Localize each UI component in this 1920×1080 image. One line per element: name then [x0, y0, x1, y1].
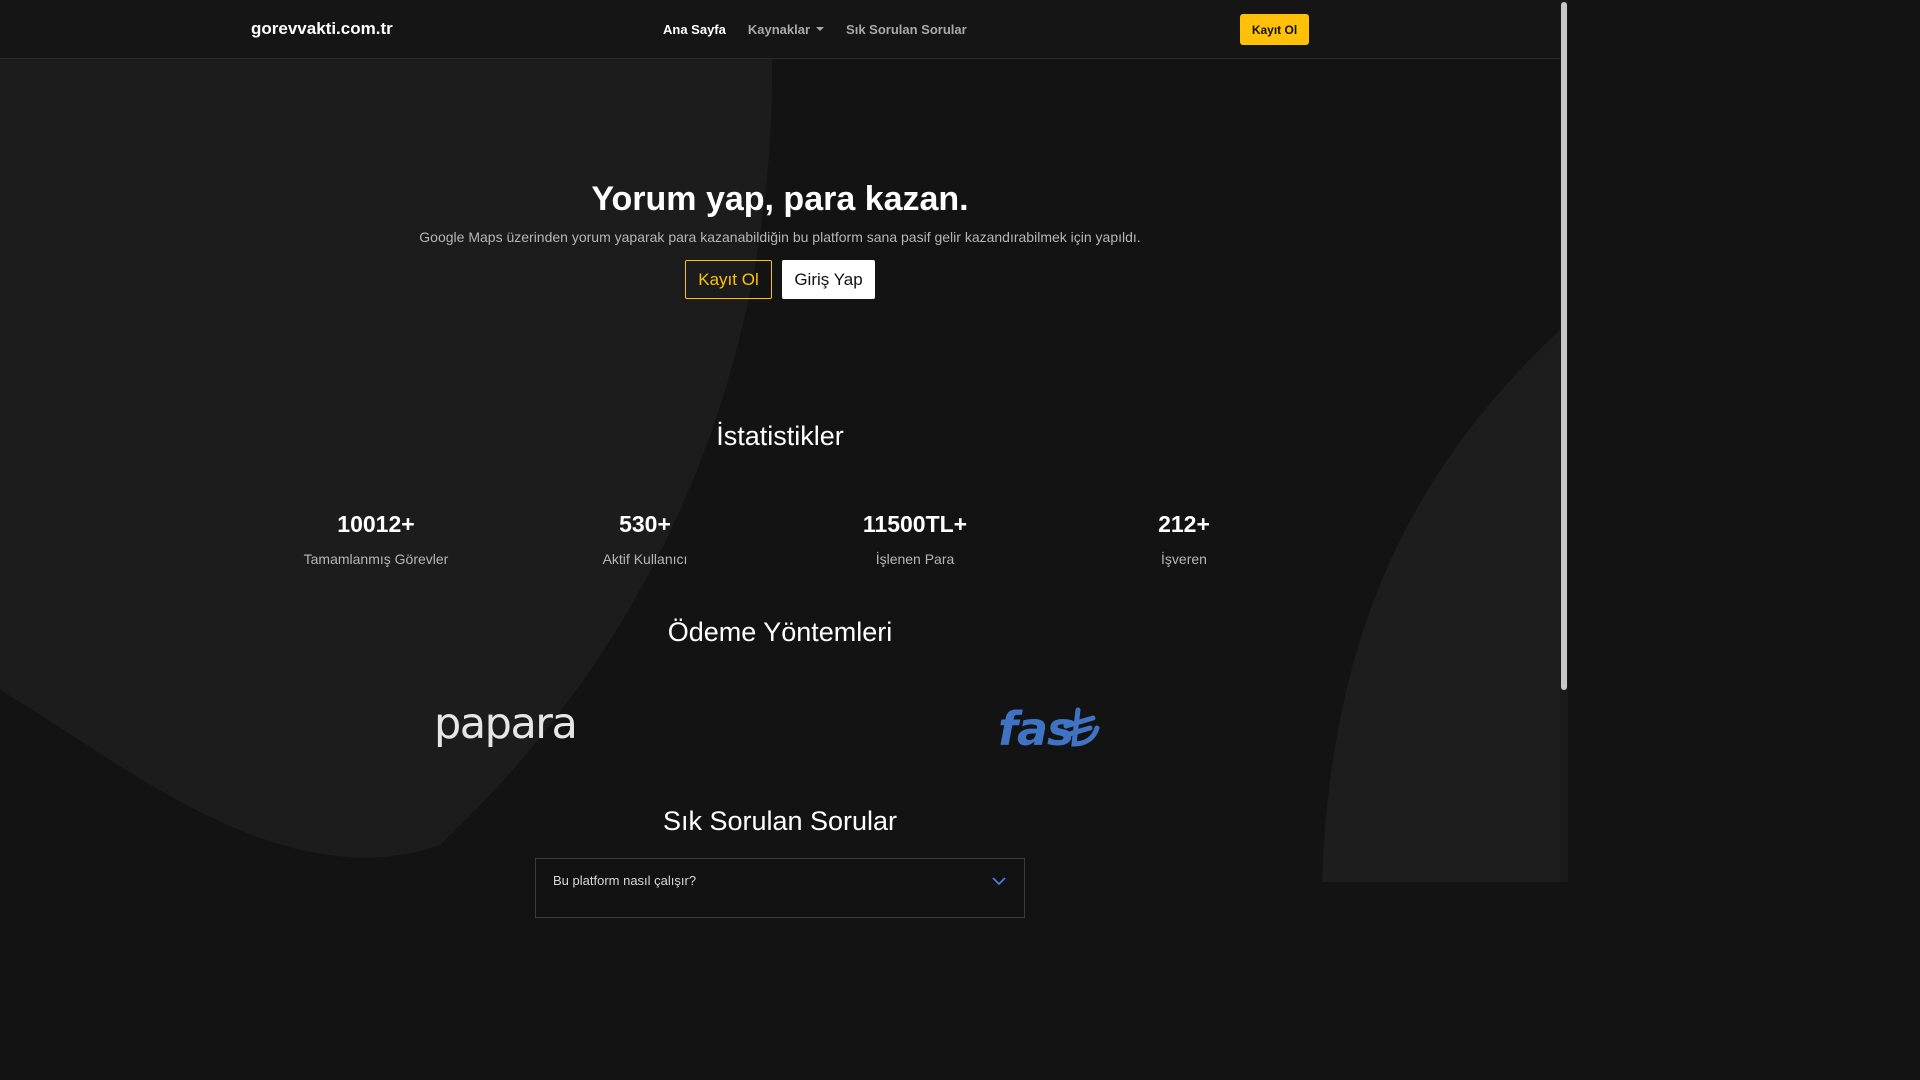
stat-label: Aktif Kullanıcı [602, 551, 688, 567]
nav-faq-link[interactable]: Sık Sorulan Sorular [835, 22, 978, 37]
stat-label: Tamamlanmış Görevler [303, 551, 449, 567]
caret-down-icon [816, 27, 825, 31]
faq-title: Sık Sorulan Sorular [662, 806, 898, 836]
svg-text:fas: fas [998, 702, 1073, 756]
page-scrollbar[interactable] [1560, 0, 1568, 882]
stat-employers: 212+ İşveren [1064, 511, 1304, 567]
papara-logo-icon: papara [434, 700, 578, 749]
stat-value: 212+ [1158, 511, 1210, 537]
stat-processed-money: 11500TL+ İşlenen Para [795, 511, 1035, 567]
brand-link[interactable]: gorevvakti.com.tr [251, 19, 393, 39]
faq-question: Bu platform nasıl çalışır? [553, 873, 697, 888]
stat-active-users: 530+ Aktif Kullanıcı [525, 511, 765, 567]
hero-register-button[interactable]: Kayıt Ol [685, 260, 772, 299]
stat-label: İşveren [1161, 551, 1207, 567]
scrollbar-thumb[interactable] [1561, 2, 1567, 690]
hero-title: Yorum yap, para kazan. [591, 180, 969, 218]
nav-resources-dropdown[interactable]: Kaynaklar [737, 22, 835, 37]
svg-text:papara: papara [434, 700, 576, 749]
main-content: Yorum yap, para kazan. Google Maps üzeri… [0, 0, 1560, 918]
nav-home-link[interactable]: Ana Sayfa [652, 22, 737, 37]
nav-links: Ana Sayfa Kaynaklar Sık Sorulan Sorular [652, 0, 978, 58]
hero-subtitle: Google Maps üzerinden yorum yaparak para… [419, 229, 1141, 245]
nav-resources-label: Kaynaklar [747, 21, 811, 37]
stat-value: 530+ [619, 511, 671, 537]
fast-logo-icon: fas [998, 702, 1100, 756]
chevron-down-icon [992, 877, 1006, 886]
hero-login-button[interactable]: Giriş Yap [782, 260, 875, 299]
stat-value: 11500TL+ [862, 511, 968, 537]
nav-register-button[interactable]: Kayıt Ol [1240, 14, 1309, 45]
stat-label: İşlenen Para [875, 551, 955, 567]
stat-value: 10012+ [337, 511, 415, 537]
navbar: gorevvakti.com.tr Ana Sayfa Kaynaklar Sı… [0, 0, 1560, 59]
faq-accordion-item[interactable]: Bu platform nasıl çalışır? [535, 858, 1025, 918]
payments-title: Ödeme Yöntemleri [667, 617, 893, 647]
stats-title: İstatistikler [716, 421, 844, 451]
stat-completed-tasks: 10012+ Tamamlanmış Görevler [256, 511, 496, 567]
